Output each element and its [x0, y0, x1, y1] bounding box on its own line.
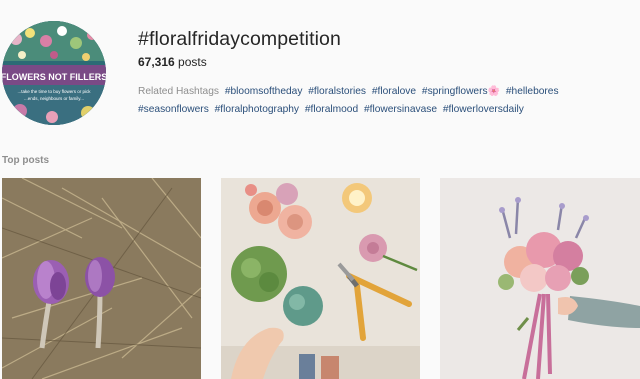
related-tag-hellebores[interactable]: #hellebores: [506, 86, 559, 97]
green-hydrangea-left: [231, 246, 287, 302]
flower-emoji-icon: 🌸: [487, 86, 501, 97]
post-count: 67,316 posts: [138, 55, 207, 69]
related-tag-floralove[interactable]: #floralove: [372, 86, 416, 97]
hashtag-avatar[interactable]: FLOWERS NOT FILLERS ...take the time to …: [2, 21, 106, 125]
related-tag-springflowers-text: #springflowers: [421, 86, 488, 97]
avatar-caption-line-1: ...take the time to buy flowers or pick: [17, 89, 91, 94]
related-tag-flowersinavase[interactable]: #flowersinavase: [364, 104, 437, 115]
top-posts-grid: [0, 178, 640, 379]
related-tag-floralstories[interactable]: #floralstories: [308, 86, 366, 97]
related-tag-floralmood[interactable]: #floralmood: [305, 104, 358, 115]
post-count-label: posts: [178, 55, 207, 69]
related-tag-flowerloversdaily[interactable]: #flowerloversdaily: [443, 104, 524, 115]
related-tag-seasonflowers[interactable]: #seasonflowers: [138, 104, 209, 115]
green-hydrangea-right: [283, 286, 323, 326]
related-hashtags-label: Related Hashtags: [138, 86, 219, 97]
top-post-2[interactable]: [221, 178, 420, 379]
candle-icon: [342, 183, 372, 213]
avatar-caption-line-2: ...ends, neighbours or family...: [24, 96, 84, 101]
related-hashtags: Related Hashtags #bloomsoftheday #floral…: [138, 83, 638, 119]
related-tag-springflowers[interactable]: #springflowers🌸: [422, 86, 500, 97]
hashtag-header: FLOWERS NOT FILLERS ...take the time to …: [0, 0, 640, 140]
related-tag-bloomsoftheday[interactable]: #bloomsoftheday: [225, 86, 303, 97]
post-count-value: 67,316: [138, 55, 175, 69]
top-posts-heading: Top posts: [2, 155, 50, 166]
top-post-3[interactable]: [440, 178, 640, 379]
avatar-banner-text: FLOWERS NOT FILLERS: [2, 72, 106, 82]
related-tag-floralphotography[interactable]: #floralphotography: [215, 104, 299, 115]
top-post-1[interactable]: [2, 178, 201, 379]
hashtag-title: #floralfridaycompetition: [138, 28, 341, 50]
